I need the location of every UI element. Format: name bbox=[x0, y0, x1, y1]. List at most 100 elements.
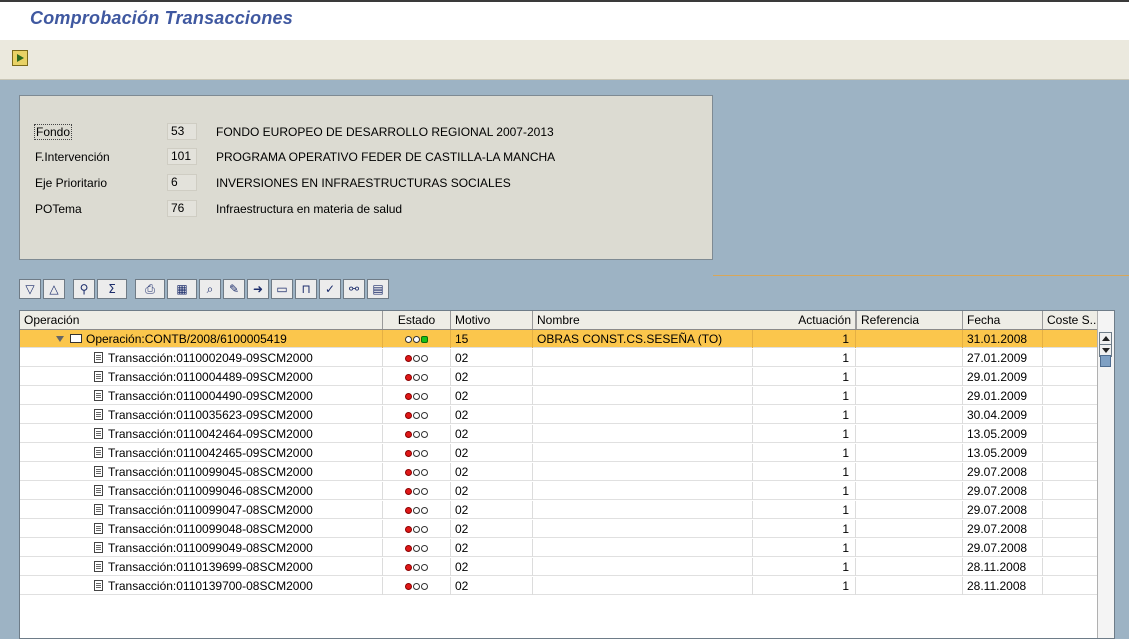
document-icon bbox=[94, 580, 103, 592]
export-icon[interactable]: ➜ bbox=[247, 279, 269, 299]
table-row[interactable]: Transacción:0110004490-09SCM2000 02 1 29.01… bbox=[20, 387, 1114, 405]
traffic-light-icon bbox=[405, 583, 428, 591]
cell-operacion: Transacción:0110002049-09SCM2000 bbox=[20, 349, 383, 367]
scroll-thumb[interactable] bbox=[1100, 355, 1111, 367]
cell-fecha: 29.07.2008 bbox=[963, 520, 1043, 538]
cell-operacion: Transacción:0110099046-08SCM2000 bbox=[20, 482, 383, 500]
operation-label: Operación:CONTB/2008/6100005419 bbox=[86, 332, 287, 346]
cell-motivo: 02 bbox=[451, 463, 533, 481]
cell-fecha: 29.01.2009 bbox=[963, 368, 1043, 386]
folder-icon[interactable]: ▭ bbox=[271, 279, 293, 299]
binoculars-icon[interactable]: ⚯ bbox=[343, 279, 365, 299]
header-code: 53 bbox=[167, 123, 197, 140]
tree-row-operacion[interactable]: Operación:CONTB/2008/6100005419 15 OBRAS… bbox=[20, 330, 1114, 348]
cell-motivo: 02 bbox=[451, 368, 533, 386]
cell-estado bbox=[383, 463, 451, 481]
header-description: PROGRAMA OPERATIVO FEDER DE CASTILLA-LA … bbox=[216, 150, 556, 164]
folder-icon bbox=[70, 334, 82, 344]
cell-nombre bbox=[533, 520, 753, 538]
cell-actuacion: 1 bbox=[753, 463, 856, 481]
transaction-label: Transacción:0110099048-08SCM2000 bbox=[108, 522, 313, 536]
column-header-coste[interactable]: Coste S... bbox=[1043, 311, 1100, 329]
traffic-light-icon bbox=[405, 336, 428, 344]
transaction-label: Transacción:0110002049-09SCM2000 bbox=[108, 351, 313, 365]
filter-icon[interactable]: ✓ bbox=[319, 279, 341, 299]
column-header-operacion[interactable]: Operación bbox=[20, 311, 383, 329]
cell-fecha: 29.01.2009 bbox=[963, 387, 1043, 405]
cell-operacion: Transacción:0110004489-09SCM2000 bbox=[20, 368, 383, 386]
cell-operacion: Operación:CONTB/2008/6100005419 bbox=[20, 330, 383, 348]
cell-operacion: Transacción:0110042465-09SCM2000 bbox=[20, 444, 383, 462]
header-row-eje: Eje Prioritario 6 INVERSIONES EN INFRAES… bbox=[20, 173, 700, 193]
header-description: Infraestructura en materia de salud bbox=[216, 202, 403, 216]
transaction-label: Transacción:0110004489-09SCM2000 bbox=[108, 370, 313, 384]
cell-motivo: 02 bbox=[451, 482, 533, 500]
layout-icon[interactable]: ▦ bbox=[167, 279, 197, 299]
document-icon bbox=[94, 466, 103, 478]
table-row[interactable]: Transacción:0110099049-08SCM2000 02 1 29.07… bbox=[20, 539, 1114, 557]
table-row[interactable]: Transacción:0110099048-08SCM2000 02 1 29.07… bbox=[20, 520, 1114, 538]
column-header-referencia[interactable]: Referencia bbox=[856, 311, 963, 329]
execute-icon[interactable] bbox=[12, 50, 28, 66]
sum-icon[interactable]: Σ bbox=[97, 279, 127, 299]
hierarchy-icon[interactable]: ▤ bbox=[367, 279, 389, 299]
table-row[interactable]: Transacción:0110099046-08SCM2000 02 1 29.07… bbox=[20, 482, 1114, 500]
zoom-icon[interactable]: ⌕ bbox=[199, 279, 221, 299]
transactions-tree-grid: Operación Estado Motivo Nombre Actuación… bbox=[19, 310, 1115, 639]
cell-referencia bbox=[856, 368, 963, 386]
grid-header: Operación Estado Motivo Nombre Actuación… bbox=[20, 311, 1114, 330]
edit-icon[interactable]: ✎ bbox=[223, 279, 245, 299]
cell-fecha: 28.11.2008 bbox=[963, 558, 1043, 576]
document-icon bbox=[94, 409, 103, 421]
traffic-light-icon bbox=[405, 374, 428, 382]
table-row[interactable]: Transacción:0110139699-08SCM2000 02 1 28.11… bbox=[20, 558, 1114, 576]
cell-nombre bbox=[533, 349, 753, 367]
transaction-label: Transacción:0110139700-08SCM2000 bbox=[108, 579, 313, 593]
document-icon bbox=[94, 428, 103, 440]
table-row[interactable]: Transacción:0110002049-09SCM2000 02 1 27.01… bbox=[20, 349, 1114, 367]
transaction-label: Transacción:0110035623-09SCM2000 bbox=[108, 408, 313, 422]
table-row[interactable]: Transacción:0110099045-08SCM2000 02 1 29.07… bbox=[20, 463, 1114, 481]
cell-actuacion: 1 bbox=[753, 387, 856, 405]
column-header-fecha[interactable]: Fecha bbox=[963, 311, 1043, 329]
cell-actuacion: 1 bbox=[753, 482, 856, 500]
column-header-motivo[interactable]: Motivo bbox=[451, 311, 533, 329]
print-icon[interactable]: ⎙ bbox=[135, 279, 165, 299]
transaction-label: Transacción:0110099046-08SCM2000 bbox=[108, 484, 313, 498]
cell-referencia bbox=[856, 501, 963, 519]
cell-motivo: 15 bbox=[451, 330, 533, 348]
expand-arrow-icon[interactable] bbox=[56, 335, 64, 342]
collapse-all-icon[interactable]: △ bbox=[43, 279, 65, 299]
cell-nombre bbox=[533, 444, 753, 462]
table-row[interactable]: Transacción:0110035623-09SCM2000 02 1 30.04… bbox=[20, 406, 1114, 424]
column-header-estado[interactable]: Estado bbox=[383, 311, 451, 329]
traffic-light-icon bbox=[405, 507, 428, 515]
expand-all-icon[interactable]: ▽ bbox=[19, 279, 41, 299]
cell-operacion: Transacción:0110139700-08SCM2000 bbox=[20, 577, 383, 595]
find-icon[interactable]: ⚲ bbox=[73, 279, 95, 299]
cell-fecha: 30.04.2009 bbox=[963, 406, 1043, 424]
cell-estado bbox=[383, 558, 451, 576]
vertical-scrollbar[interactable] bbox=[1097, 311, 1114, 638]
traffic-light-icon bbox=[405, 564, 428, 572]
cell-actuacion: 1 bbox=[753, 577, 856, 595]
traffic-light-icon bbox=[405, 545, 428, 553]
traffic-light-icon bbox=[405, 488, 428, 496]
open-folder-icon[interactable]: ⊓ bbox=[295, 279, 317, 299]
cell-coste bbox=[1043, 520, 1100, 538]
table-row[interactable]: Transacción:0110099047-08SCM2000 02 1 29.07… bbox=[20, 501, 1114, 519]
table-row[interactable]: Transacción:0110042464-09SCM2000 02 1 13.05… bbox=[20, 425, 1114, 443]
table-row[interactable]: Transacción:0110139700-08SCM2000 02 1 28.11… bbox=[20, 577, 1114, 595]
table-row[interactable]: Transacción:0110042465-09SCM2000 02 1 13.05… bbox=[20, 444, 1114, 462]
document-icon bbox=[94, 447, 103, 459]
table-row[interactable]: Transacción:0110004489-09SCM2000 02 1 29.01… bbox=[20, 368, 1114, 386]
header-row-fondo: Fondo 53 FONDO EUROPEO DE DESARROLLO REG… bbox=[20, 122, 700, 142]
traffic-light-icon bbox=[405, 469, 428, 477]
cell-nombre: OBRAS CONST.CS.SESEÑA (TO) bbox=[533, 330, 753, 348]
cell-fecha: 31.01.2008 bbox=[963, 330, 1043, 348]
column-header-actuacion[interactable]: Actuación bbox=[753, 311, 856, 329]
document-icon bbox=[94, 390, 103, 402]
cell-estado bbox=[383, 482, 451, 500]
cell-fecha: 28.11.2008 bbox=[963, 577, 1043, 595]
document-icon bbox=[94, 485, 103, 497]
